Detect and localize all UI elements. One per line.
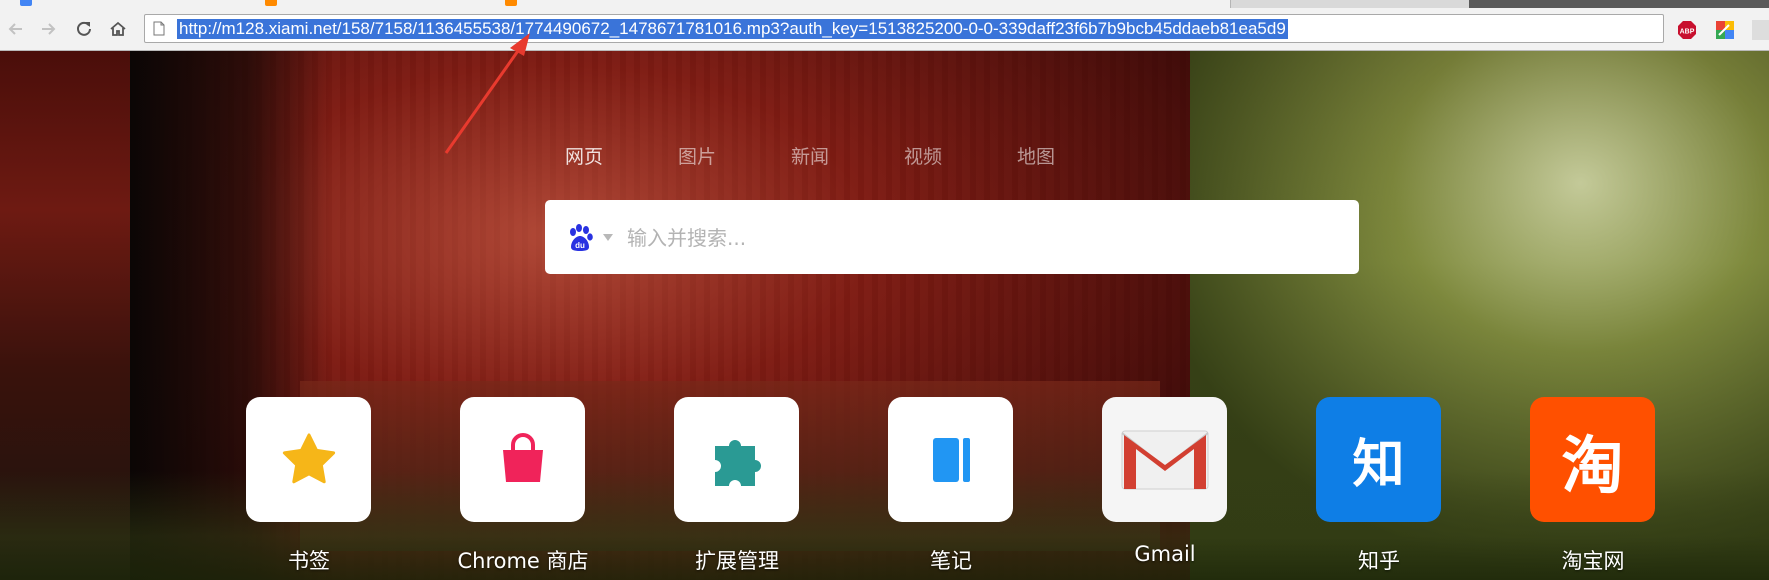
shortcut-label: 淘宝网: [1561, 549, 1625, 573]
tab-strip: [0, 0, 1769, 8]
star-icon: [282, 433, 335, 483]
titlebar-dark-area: [1469, 0, 1769, 8]
shortcut-bookmarks[interactable]: [246, 397, 371, 522]
zhihu-logo-icon: 知: [1352, 435, 1405, 495]
forward-arrow-icon: [42, 23, 56, 35]
chevron-down-icon[interactable]: [603, 234, 613, 241]
shortcut-label: 知乎: [1358, 549, 1400, 573]
tab-video[interactable]: 视频: [904, 142, 1017, 169]
tab-favicon-icon: [20, 0, 32, 6]
taobao-logo-icon: 淘: [1561, 428, 1624, 502]
notebook-icon: [932, 437, 970, 482]
forward-button[interactable]: [34, 16, 62, 42]
home-button[interactable]: [104, 16, 132, 42]
browser-toolbar: http://m128.xiami.net/158/7158/113645553…: [0, 8, 1769, 51]
search-input[interactable]: [625, 220, 1329, 256]
tab-news[interactable]: 新闻: [791, 142, 904, 169]
address-bar[interactable]: http://m128.xiami.net/158/7158/113645553…: [144, 14, 1664, 43]
shortcut-notes[interactable]: [888, 397, 1013, 522]
search-category-tabs: 网页 图片 新闻 视频 地图: [565, 142, 1130, 169]
shortcut-label: 扩展管理: [695, 549, 779, 573]
tab-web[interactable]: 网页: [565, 142, 678, 169]
gmail-icon: [1120, 430, 1209, 489]
shortcut-label: Chrome 商店: [457, 549, 589, 573]
shortcut-chrome-store[interactable]: [460, 397, 585, 522]
page-icon: [153, 21, 165, 36]
search-box: du: [545, 200, 1359, 274]
extension-icon-cropped[interactable]: [1752, 20, 1769, 40]
shortcut-zhihu[interactable]: 知: [1316, 397, 1441, 522]
shortcut-taobao[interactable]: 淘: [1530, 397, 1655, 522]
svg-text:ABP: ABP: [1680, 29, 1695, 36]
puzzle-piece-icon: [714, 439, 761, 486]
reload-button[interactable]: [70, 16, 98, 42]
shopping-bag-icon: [502, 432, 543, 482]
tab-images[interactable]: 图片: [678, 142, 791, 169]
shortcut-extensions[interactable]: [674, 397, 799, 522]
browser-tab[interactable]: [730, 0, 981, 8]
browser-tab[interactable]: [490, 0, 731, 8]
tab-favicon-icon: [265, 0, 277, 6]
shortcut-label: 笔记: [930, 549, 972, 573]
shortcut-label: Gmail: [1134, 542, 1196, 566]
color-picker-extension-icon[interactable]: [1715, 20, 1735, 40]
svg-text:du: du: [575, 241, 585, 250]
url-text[interactable]: http://m128.xiami.net/158/7158/113645553…: [177, 19, 1288, 39]
adblock-plus-icon[interactable]: ABP: [1677, 20, 1697, 40]
browser-tab[interactable]: [250, 0, 491, 8]
back-button[interactable]: [2, 16, 30, 42]
reload-icon: [77, 21, 91, 36]
home-icon: [110, 21, 126, 36]
shortcut-gmail[interactable]: [1102, 397, 1227, 522]
shortcut-label: 书签: [288, 549, 330, 573]
browser-tab[interactable]: [980, 0, 1231, 8]
tab-maps[interactable]: 地图: [1017, 142, 1130, 169]
tab-favicon-icon: [505, 0, 517, 6]
baidu-paw-icon[interactable]: du: [565, 223, 595, 253]
browser-tab[interactable]: [0, 0, 251, 8]
back-arrow-icon: [8, 23, 22, 35]
